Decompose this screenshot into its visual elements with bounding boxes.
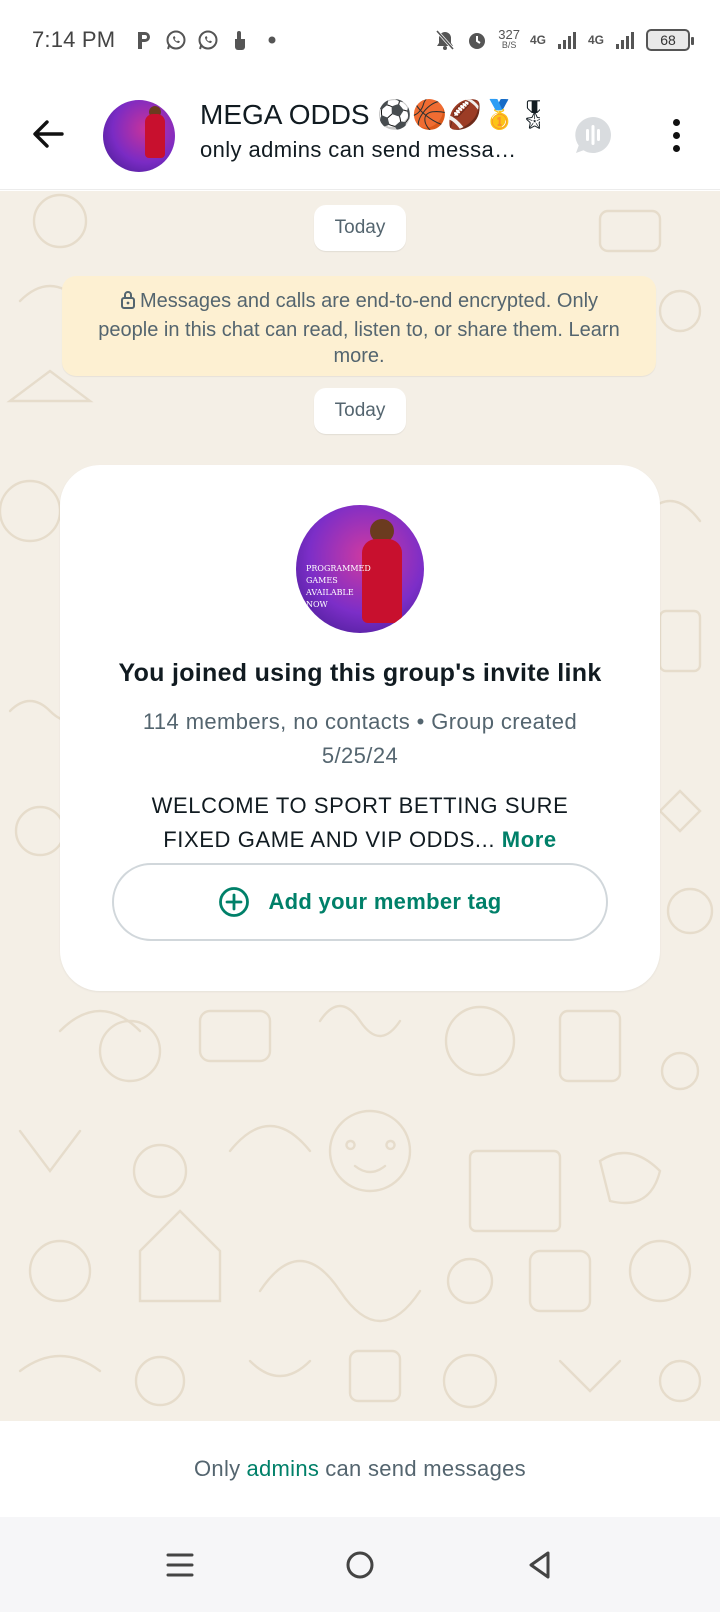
system-nav-bar xyxy=(0,1517,720,1612)
encryption-text: Messages and calls are end-to-end encryp… xyxy=(98,290,620,367)
group-description: WELCOME TO SPORT BETTING SURE FIXED GAME… xyxy=(120,789,600,857)
date-chip: Today xyxy=(314,205,406,251)
net-speed: 327 B/S xyxy=(498,27,520,50)
admins-link[interactable]: admins xyxy=(246,1456,319,1482)
battery-indicator: 68 xyxy=(646,29,694,51)
more-vert-icon xyxy=(672,118,680,126)
dot-icon xyxy=(261,29,283,51)
status-time: 7:14 PM xyxy=(32,27,116,52)
admin-only-notice: Only admins can send messages xyxy=(0,1421,720,1517)
avatar-player-body xyxy=(362,539,402,623)
add-member-tag-button[interactable]: Add your member tag xyxy=(112,863,608,941)
net-speed-value: 327 xyxy=(498,27,520,42)
voice-chat-button[interactable] xyxy=(572,114,614,156)
chat-header: MEGA ODDS ⚽🏀🏈🥇🎖 only admins can send mes… xyxy=(0,80,720,190)
whatsapp-icon xyxy=(197,29,219,51)
signal-icon xyxy=(614,29,636,51)
status-left-icons xyxy=(133,29,283,51)
net-speed-unit: B/S xyxy=(501,40,517,50)
group-info-avatar[interactable]: PROGRAMMED GAMES AVAILABLE NOW xyxy=(296,505,424,633)
add-circle-icon xyxy=(219,887,250,917)
group-title[interactable]: MEGA ODDS ⚽🏀🏈🥇🎖 xyxy=(200,98,540,131)
date-chip: Today xyxy=(314,388,406,434)
whatsapp-icon xyxy=(165,29,187,51)
bell-off-icon xyxy=(434,29,456,51)
nav-back-button[interactable] xyxy=(520,1545,560,1585)
group-subtitle[interactable]: only admins can send messa… xyxy=(200,137,540,163)
avatar-player-body xyxy=(145,114,165,158)
signal-icon xyxy=(556,29,578,51)
header-text[interactable]: MEGA ODDS ⚽🏀🏈🥇🎖 only admins can send mes… xyxy=(200,98,540,163)
home-button[interactable] xyxy=(340,1545,380,1585)
more-vert-dot xyxy=(672,131,680,139)
group-avatar[interactable] xyxy=(103,100,175,172)
recents-button[interactable] xyxy=(160,1545,200,1585)
back-icon xyxy=(529,1551,550,1579)
home-icon xyxy=(346,1551,374,1579)
group-info-title: You joined using this group's invite lin… xyxy=(118,659,602,687)
status-right-icons: 327 B/S 4G 4G 68 xyxy=(434,27,694,51)
alarm-icon xyxy=(466,29,488,51)
status-bar: 7:14 PM 327 B/S 4G 4G 68 xyxy=(0,0,720,80)
more-vert-dot xyxy=(672,144,680,152)
parking-icon xyxy=(133,29,155,51)
more-link[interactable]: More xyxy=(502,827,557,852)
touch-icon xyxy=(229,29,251,51)
more-options-button[interactable] xyxy=(664,114,688,156)
voice-chat-icon xyxy=(575,117,611,153)
sim2-label: 4G xyxy=(587,33,604,47)
recents-icon xyxy=(166,1553,194,1577)
encryption-notice[interactable]: Messages and calls are end-to-end encryp… xyxy=(62,276,656,376)
avatar-text: PROGRAMMED GAMES AVAILABLE NOW xyxy=(306,564,371,609)
group-info-card: PROGRAMMED GAMES AVAILABLE NOW You joine… xyxy=(60,465,660,991)
admin-notice-suffix: can send messages xyxy=(325,1456,526,1481)
chat-area[interactable]: Today Messages and calls are end-to-end … xyxy=(0,191,720,1421)
add-member-tag-label: Add your member tag xyxy=(268,889,502,914)
lock-icon xyxy=(120,290,136,317)
admin-notice-prefix: Only xyxy=(194,1456,241,1481)
back-arrow-icon xyxy=(33,120,64,148)
back-button[interactable] xyxy=(28,114,68,154)
sim1-label: 4G xyxy=(529,33,546,47)
group-info-meta: 114 members, no contacts • Group created… xyxy=(142,709,578,768)
